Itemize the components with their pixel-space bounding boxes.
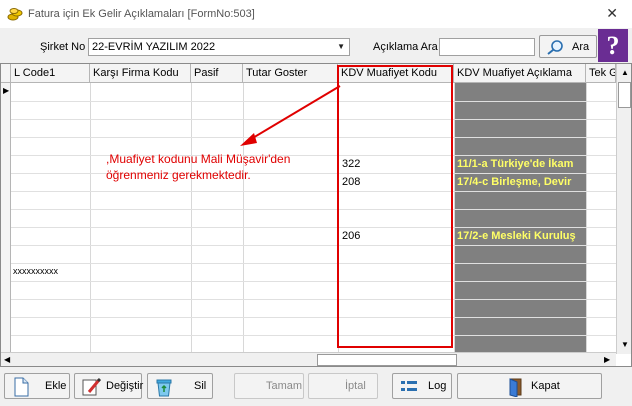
col-header-karsi-firma[interactable]: Karşı Firma Kodu xyxy=(90,64,191,83)
exit-door-icon xyxy=(509,378,522,397)
annotation-line-2: öğrenmeniz gerekmektedir. xyxy=(106,168,251,182)
col-header-muafiyet-aciklama[interactable]: KDV Muafiyet Açıklama xyxy=(454,64,586,83)
vertical-scroll-thumb[interactable] xyxy=(618,82,631,108)
scroll-left-icon[interactable]: ◀ xyxy=(4,355,10,364)
add-button-label: Ekle xyxy=(45,380,67,392)
search-button[interactable]: Ara xyxy=(539,35,597,58)
cancel-button[interactable]: İptal xyxy=(308,373,378,399)
close-button[interactable]: Kapat xyxy=(457,373,602,399)
scroll-up-icon[interactable]: ▲ xyxy=(621,68,629,77)
search-icon xyxy=(547,40,563,55)
delete-button[interactable]: Sil xyxy=(147,373,213,399)
grid-header-indicator xyxy=(1,64,11,83)
table-cell-muaf-aciklama[interactable]: 17/2-e Mesleki Kuruluş xyxy=(457,230,585,242)
title-bar: Fatura için Ek Gelir Açıklamaları [FormN… xyxy=(0,0,632,28)
description-search-input[interactable] xyxy=(439,38,535,56)
new-document-icon xyxy=(14,377,29,397)
annotation-line-1: ,Muafiyet kodunu Mali Müşavir'den xyxy=(106,152,291,166)
help-icon[interactable]: ? xyxy=(598,29,628,62)
log-button-label: Log xyxy=(428,380,447,392)
table-cell-lcode[interactable]: xxxxxxxxxx xyxy=(13,266,58,276)
annotation-note: ,Muafiyet kodunu Mali Müşavir'den öğrenm… xyxy=(106,151,346,183)
col-header-pasif[interactable]: Pasif xyxy=(191,64,243,83)
bottom-toolbar: Ekle Değiştir Sil Tamam İptal Log Kapat xyxy=(0,373,632,401)
window-title: Fatura için Ek Gelir Açıklamaları [FormN… xyxy=(28,8,255,20)
edit-button[interactable]: Değiştir xyxy=(74,373,144,399)
coins-icon xyxy=(7,8,23,21)
company-select[interactable]: 22-EVRİM YAZILIM 2022 ▼ xyxy=(88,38,350,56)
log-list-icon xyxy=(401,381,417,391)
horizontal-scrollbar[interactable]: ◀ ▶ xyxy=(1,352,616,366)
col-header-tutar-goster[interactable]: Tutar Goster xyxy=(243,64,338,83)
description-label: Açıklama Ara xyxy=(373,41,438,53)
close-icon[interactable]: ✕ xyxy=(606,5,618,22)
company-label: Şirket No xyxy=(40,41,86,53)
company-select-value: 22-EVRİM YAZILIM 2022 xyxy=(92,41,216,53)
edit-pencil-icon xyxy=(82,377,101,396)
add-button[interactable]: Ekle xyxy=(4,373,70,399)
ok-button-label: Tamam xyxy=(266,380,303,392)
ok-button[interactable]: Tamam xyxy=(234,373,304,399)
table-cell-muaf-aciklama[interactable]: 11/1-a Türkiye'de İkam xyxy=(457,158,585,170)
cancel-button-label: İptal xyxy=(345,380,366,392)
current-row-icon: ▶ xyxy=(3,86,10,95)
search-button-label: Ara xyxy=(572,41,590,53)
row-indicator-column: ▶ xyxy=(1,83,11,353)
highlight-box xyxy=(337,65,453,348)
col-header-lcode[interactable]: L Code1 xyxy=(11,64,90,83)
horizontal-scroll-thumb[interactable] xyxy=(317,354,457,366)
recycle-bin-icon xyxy=(156,379,172,397)
table-cell-muaf-aciklama[interactable]: 17/4-c Birleşme, Devir xyxy=(457,176,585,188)
close-button-label: Kapat xyxy=(531,380,560,392)
vertical-scrollbar[interactable]: ▲ ▼ xyxy=(616,64,631,354)
muafiyet-aciklama-column xyxy=(454,83,586,353)
log-button[interactable]: Log xyxy=(392,373,452,399)
scroll-down-icon[interactable]: ▼ xyxy=(621,340,629,349)
data-grid: L Code1 Karşı Firma Kodu Pasif Tutar Gos… xyxy=(0,63,632,367)
chevron-down-icon[interactable]: ▼ xyxy=(337,42,345,51)
col-header-tek[interactable]: Tek G xyxy=(586,64,616,83)
edit-button-label: Değiştir xyxy=(106,380,144,392)
scroll-right-icon[interactable]: ▶ xyxy=(604,355,610,364)
delete-button-label: Sil xyxy=(194,380,207,392)
